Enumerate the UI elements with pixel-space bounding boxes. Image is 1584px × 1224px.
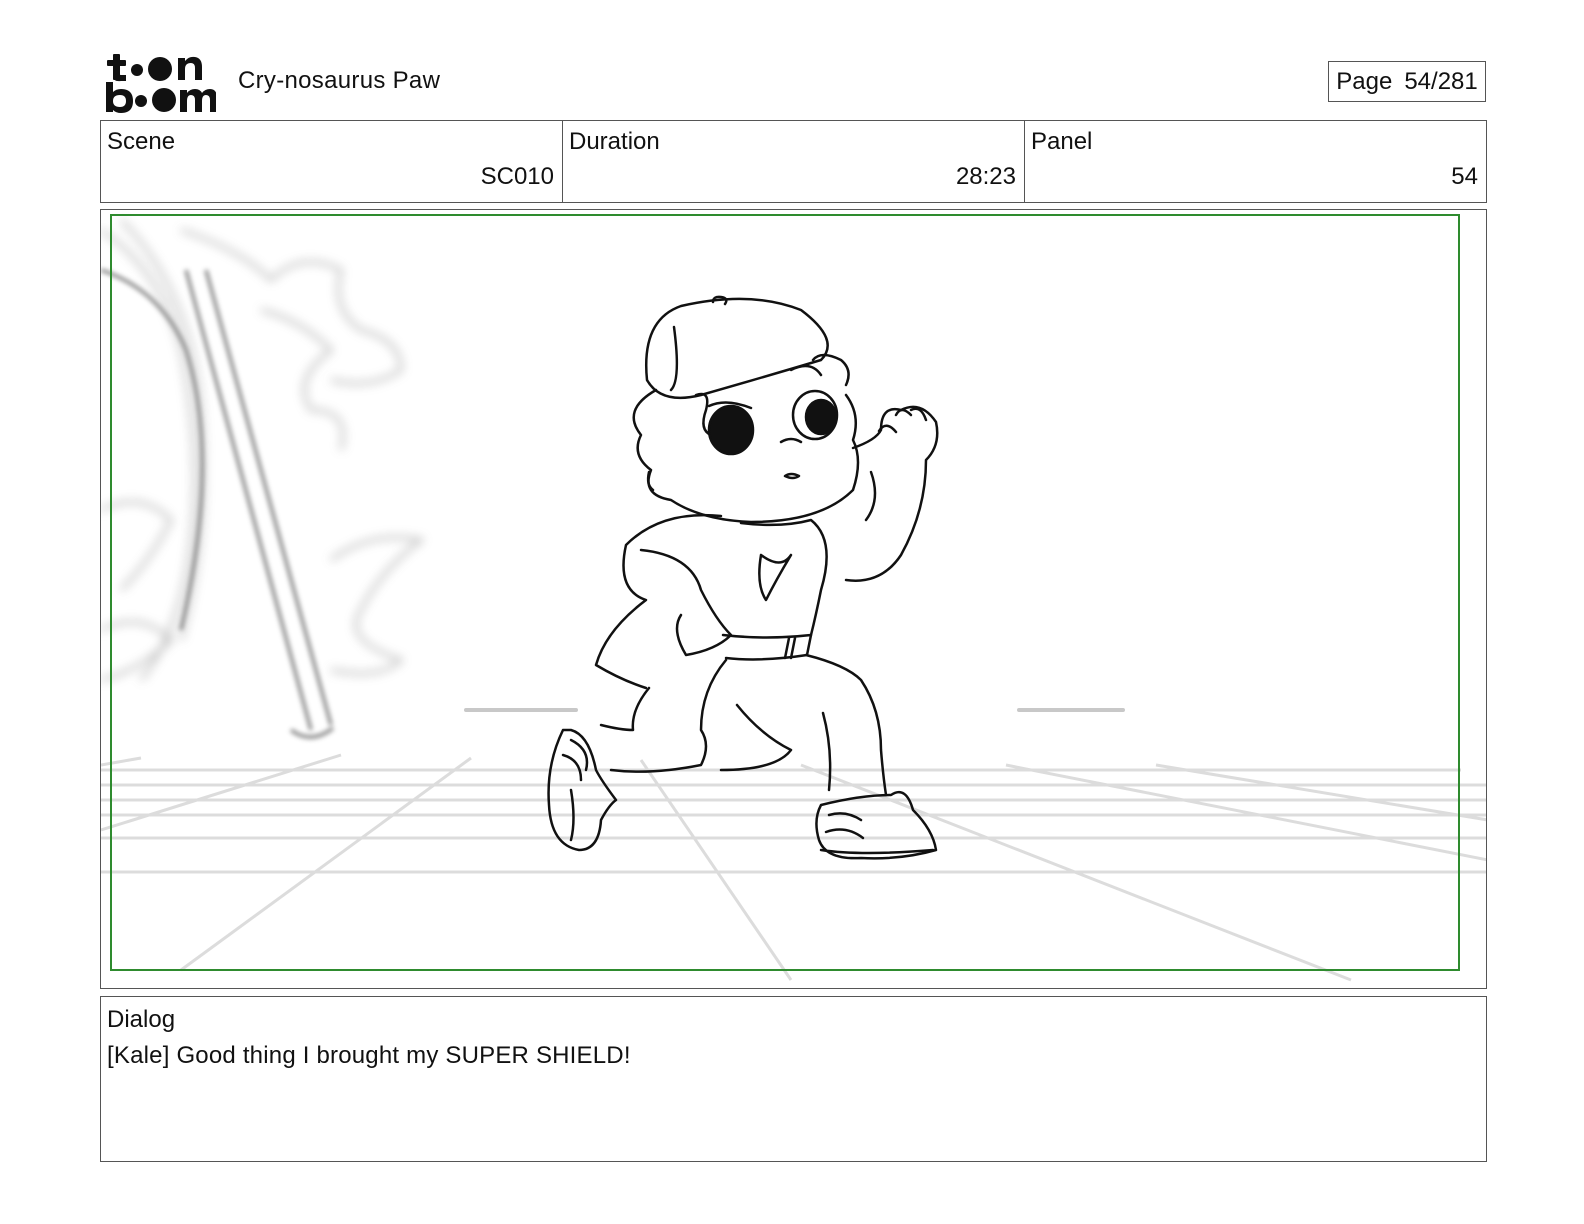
floor-grid-sketch — [101, 753, 1486, 982]
scene-value: SC010 — [480, 163, 554, 190]
panel-sketch — [101, 214, 1486, 982]
dialog-box: Dialog [Kale] Good thing I brought my SU… — [100, 996, 1487, 1162]
project-title: Cry-nosaurus Paw — [238, 67, 441, 94]
duration-value: 28:23 — [955, 163, 1016, 190]
dialog-label: Dialog — [107, 1006, 176, 1033]
duration-cell: Duration 28:23 — [563, 121, 1025, 202]
scene-cell: Scene SC010 — [101, 121, 563, 202]
dialog-text: [Kale] Good thing I brought my SUPER SHI… — [107, 1042, 631, 1069]
toon-boom-logo — [104, 50, 217, 114]
scene-label: Scene — [107, 128, 176, 155]
panel-label: Panel — [1031, 128, 1093, 155]
storyboard-panel — [100, 209, 1487, 989]
safe-frame — [110, 214, 1460, 971]
page-indicator: Page 54/281 — [1328, 61, 1486, 102]
panel-value: 54 — [1451, 163, 1478, 190]
panel-cell: Panel 54 — [1025, 121, 1486, 202]
background-tree-sketch — [101, 218, 425, 682]
page-number: 54/281 — [1404, 68, 1478, 95]
character-kale-sketch — [547, 295, 939, 860]
panel-info-row: Scene SC010 Duration 28:23 Panel 54 — [100, 120, 1487, 203]
page-label: Page — [1336, 68, 1393, 95]
duration-label: Duration — [569, 128, 660, 155]
